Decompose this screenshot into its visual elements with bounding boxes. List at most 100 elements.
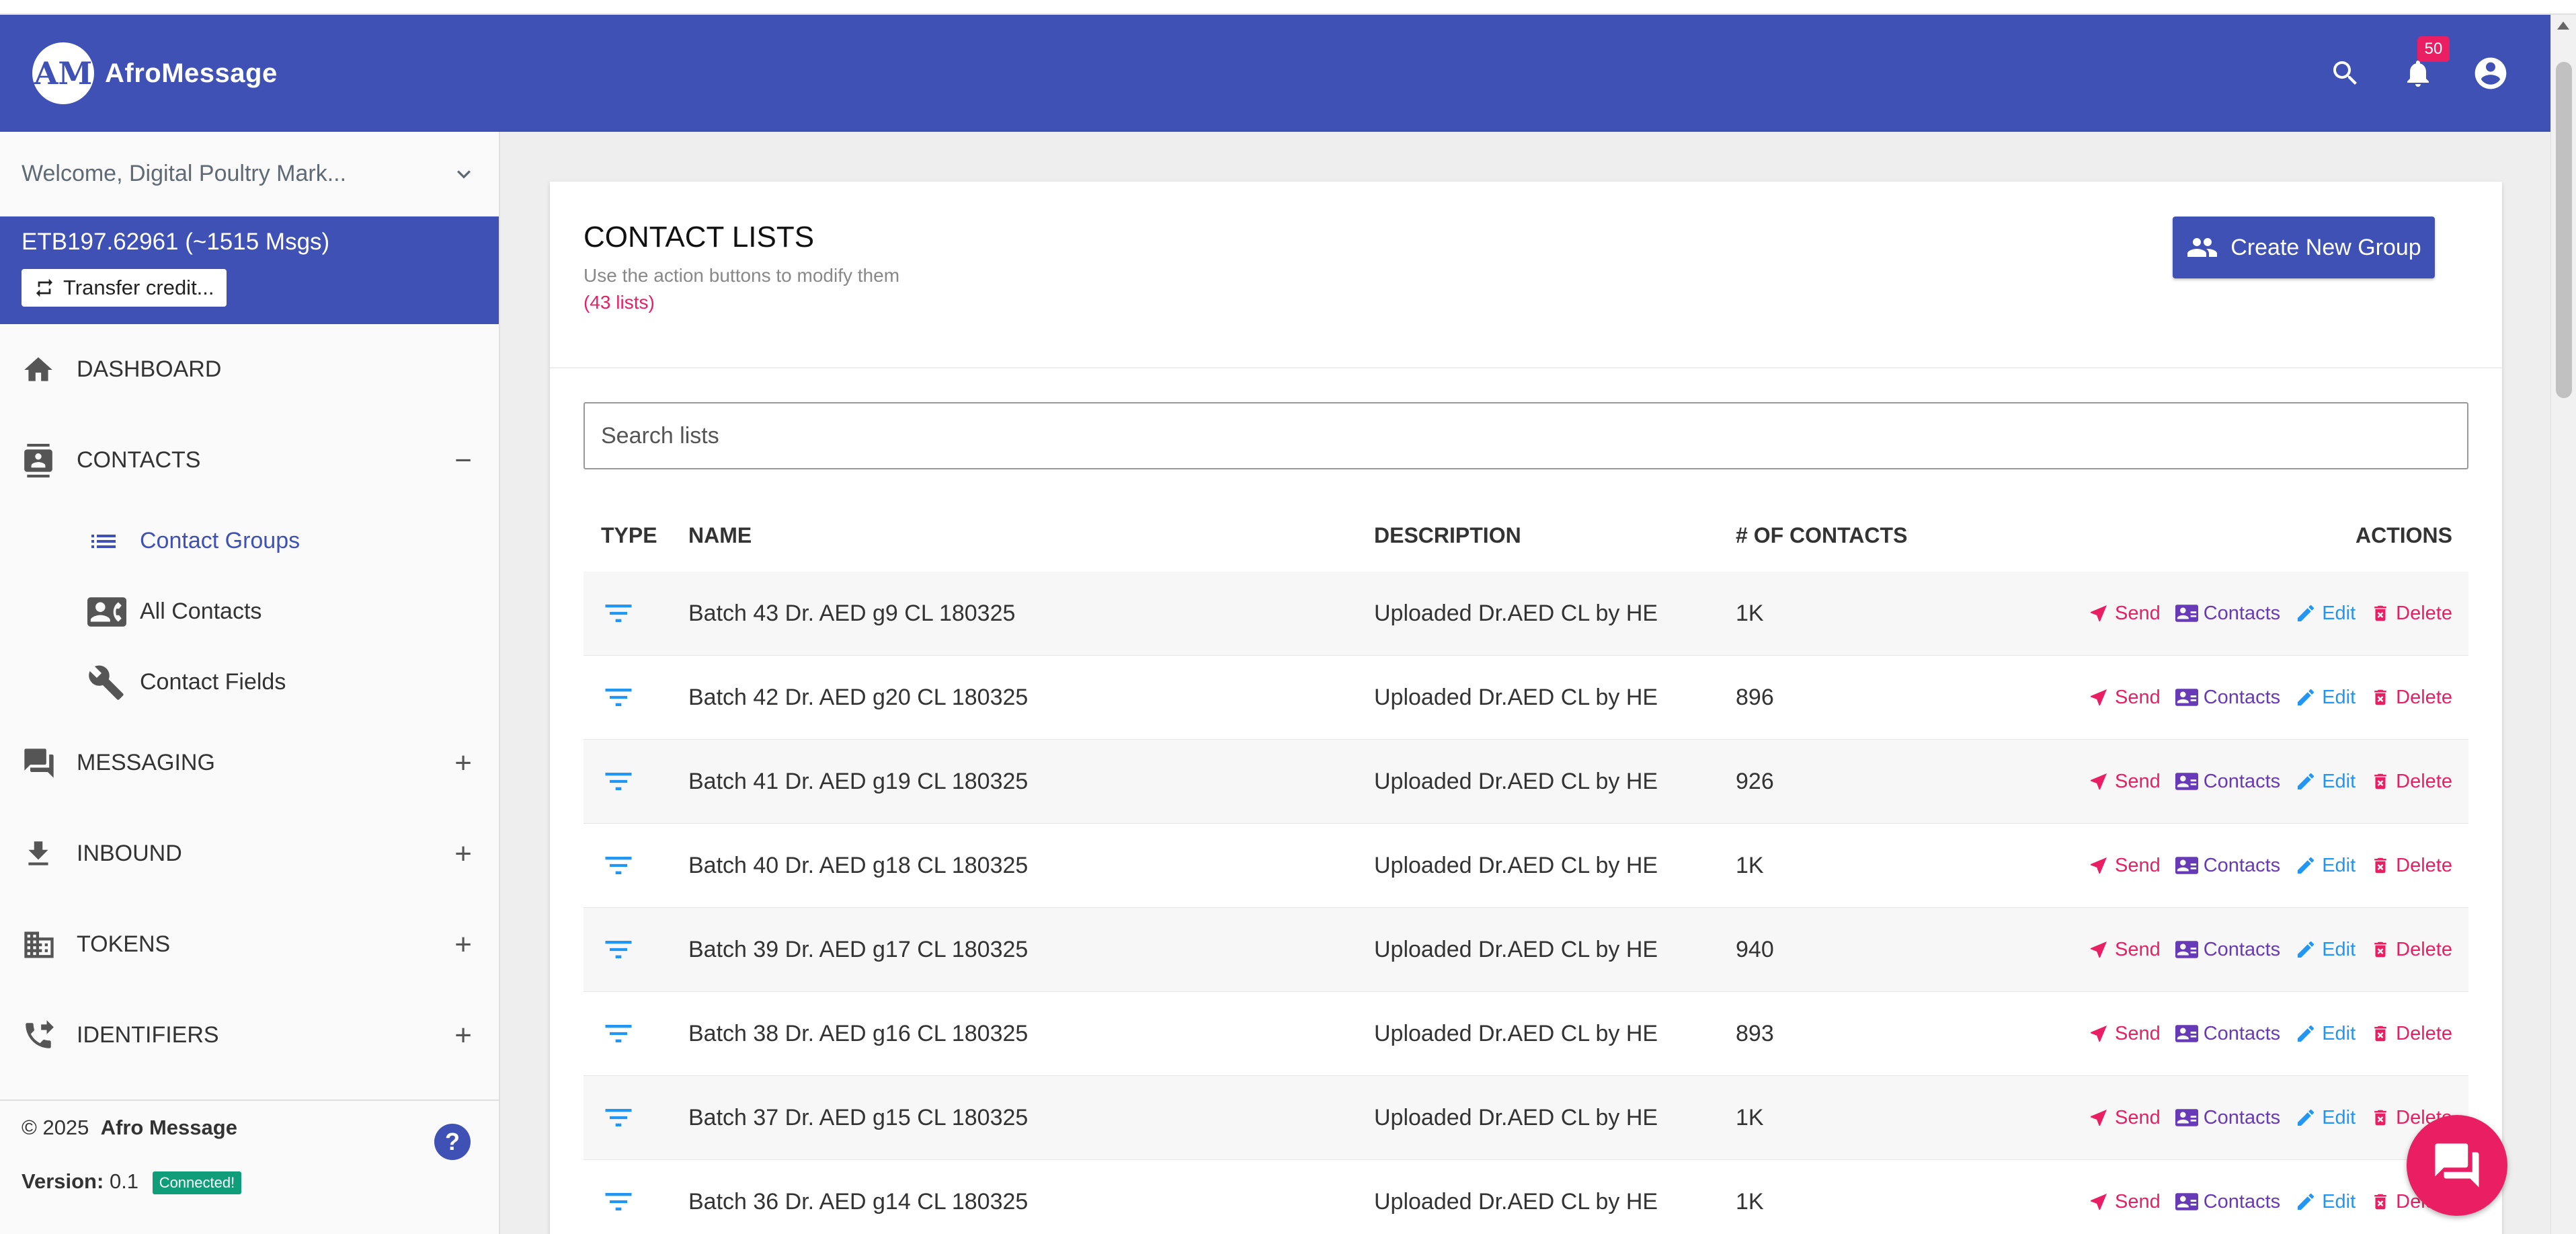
row-contacts-count: 896	[1736, 684, 1774, 710]
edit-action[interactable]: Edit	[2295, 1191, 2356, 1213]
delete-action[interactable]: Delete	[2370, 939, 2452, 961]
delete-action[interactable]: Delete	[2370, 855, 2452, 877]
send-label: Send	[2115, 854, 2161, 876]
delete-action[interactable]: Delete	[2370, 771, 2452, 793]
edit-action[interactable]: Edit	[2295, 855, 2356, 877]
edit-label: Edit	[2322, 686, 2356, 708]
scrollbar-thumb[interactable]	[2556, 62, 2572, 398]
send-action[interactable]: Send	[2088, 1191, 2161, 1213]
contacts-label: Contacts	[2203, 1022, 2281, 1044]
contacts-action[interactable]: Contacts	[2175, 854, 2280, 877]
search-icon	[2333, 61, 2357, 85]
list-count: (43 lists)	[583, 292, 655, 313]
account-button[interactable]	[2471, 54, 2510, 93]
brand-logo[interactable]: AM AfroMessage	[32, 42, 278, 104]
edit-action[interactable]: Edit	[2295, 771, 2356, 793]
column-description[interactable]: DESCRIPTION	[1374, 523, 1736, 548]
nav-dashboard[interactable]: DASHBOARD	[0, 324, 499, 415]
chat-support-button[interactable]	[2407, 1115, 2507, 1216]
filter-list-icon	[605, 605, 632, 622]
nav-identifiers[interactable]: IDENTIFIERS +	[0, 990, 499, 1081]
contacts-icon	[24, 443, 52, 477]
transfer-credit-button[interactable]: Transfer credit...	[22, 269, 227, 307]
welcome-dropdown[interactable]: Welcome, Digital Poultry Mark...	[0, 132, 499, 217]
row-actions: Send Contacts Edit Delete	[2052, 602, 2468, 625]
collapse-icon[interactable]: −	[454, 444, 472, 477]
column-name[interactable]: NAME	[688, 523, 1374, 548]
edit-action[interactable]: Edit	[2295, 603, 2356, 625]
search-lists-input[interactable]	[583, 402, 2468, 469]
nav-messaging[interactable]: MESSAGING +	[0, 718, 499, 808]
contacts-action[interactable]: Contacts	[2175, 686, 2280, 709]
edit-icon	[2298, 857, 2315, 874]
table-row: Batch 38 Dr. AED g16 CL 180325 Uploaded D…	[583, 992, 2468, 1076]
delete-action[interactable]: Delete	[2370, 1023, 2452, 1045]
delete-action[interactable]: Delete	[2370, 603, 2452, 625]
edit-action[interactable]: Edit	[2295, 1023, 2356, 1045]
contacts-action[interactable]: Contacts	[2175, 1106, 2280, 1129]
send-action[interactable]: Send	[2088, 855, 2161, 877]
edit-action[interactable]: Edit	[2295, 687, 2356, 709]
nav-contact-groups-label: Contact Groups	[140, 528, 300, 553]
nav-inbound[interactable]: INBOUND +	[0, 808, 499, 899]
edit-action[interactable]: Edit	[2295, 1107, 2356, 1129]
column-contacts-count[interactable]: # OF CONTACTS	[1736, 523, 2052, 548]
edit-action[interactable]: Edit	[2295, 939, 2356, 961]
version-label: Version:	[22, 1169, 104, 1193]
filter-list-icon	[605, 773, 632, 790]
sidebar: Welcome, Digital Poultry Mark... ETB197.…	[0, 132, 500, 1234]
row-name: Batch 37 Dr. AED g15 CL 180325	[688, 1104, 1029, 1130]
swap-icon	[36, 278, 52, 297]
table-row: Batch 43 Dr. AED g9 CL 180325 Uploaded Dr…	[583, 572, 2468, 656]
contacts-label: Contacts	[2203, 854, 2281, 876]
delete-action[interactable]: Delete	[2370, 687, 2452, 709]
contacts-action[interactable]: Contacts	[2175, 770, 2280, 793]
scroll-up-arrow-icon[interactable]	[2557, 22, 2569, 30]
nav-dashboard-label: DASHBOARD	[77, 356, 222, 382]
row-name: Batch 36 Dr. AED g14 CL 180325	[688, 1188, 1029, 1214]
help-icon[interactable]: ?	[434, 1124, 471, 1160]
row-contacts-count: 926	[1736, 768, 1774, 794]
nav-contacts[interactable]: CONTACTS −	[0, 415, 499, 506]
edit-icon	[2298, 1025, 2315, 1042]
row-type-cell	[583, 680, 688, 715]
contacts-action[interactable]: Contacts	[2175, 938, 2280, 961]
row-actions: Send Contacts Edit Delete	[2052, 770, 2468, 793]
row-description: Uploaded Dr.AED CL by HE	[1374, 600, 1658, 626]
bell-icon	[2407, 61, 2429, 87]
expand-icon[interactable]: +	[454, 928, 472, 962]
send-action[interactable]: Send	[2088, 771, 2161, 793]
send-action[interactable]: Send	[2088, 687, 2161, 709]
nav-all-contacts[interactable]: All Contacts	[0, 576, 499, 647]
create-new-group-button[interactable]: Create New Group	[2173, 217, 2435, 278]
delete-icon	[2374, 1110, 2386, 1126]
forum-icon	[24, 748, 54, 778]
notifications-button[interactable]: 50	[2399, 36, 2450, 93]
expand-icon[interactable]: +	[454, 746, 472, 780]
edit-icon	[2298, 689, 2315, 705]
search-button[interactable]	[2326, 54, 2365, 93]
send-action[interactable]: Send	[2088, 603, 2161, 625]
send-action[interactable]: Send	[2088, 1023, 2161, 1045]
nav-tokens[interactable]: TOKENS +	[0, 899, 499, 990]
expand-icon[interactable]: +	[454, 1019, 472, 1052]
send-action[interactable]: Send	[2088, 1107, 2161, 1129]
send-action[interactable]: Send	[2088, 939, 2161, 961]
page-scrollbar[interactable]	[2550, 15, 2576, 1234]
nav-tokens-label: TOKENS	[77, 931, 171, 957]
nav-contact-fields[interactable]: Contact Fields	[0, 647, 499, 718]
contacts-action[interactable]: Contacts	[2175, 1022, 2280, 1045]
chevron-down-icon	[457, 169, 471, 179]
expand-icon[interactable]: +	[454, 837, 472, 871]
contacts-action[interactable]: Contacts	[2175, 602, 2280, 625]
nav-contact-groups[interactable]: Contact Groups	[0, 506, 499, 576]
delete-icon	[2374, 1026, 2386, 1042]
edit-label: Edit	[2322, 854, 2356, 876]
edit-icon	[2298, 605, 2315, 621]
filter-list-icon	[605, 1109, 632, 1126]
table-row: Batch 42 Dr. AED g20 CL 180325 Uploaded D…	[583, 656, 2468, 740]
filter-list-icon	[605, 689, 632, 706]
send-label: Send	[2115, 1190, 2161, 1212]
column-type[interactable]: TYPE	[583, 523, 688, 548]
contacts-action[interactable]: Contacts	[2175, 1190, 2280, 1213]
